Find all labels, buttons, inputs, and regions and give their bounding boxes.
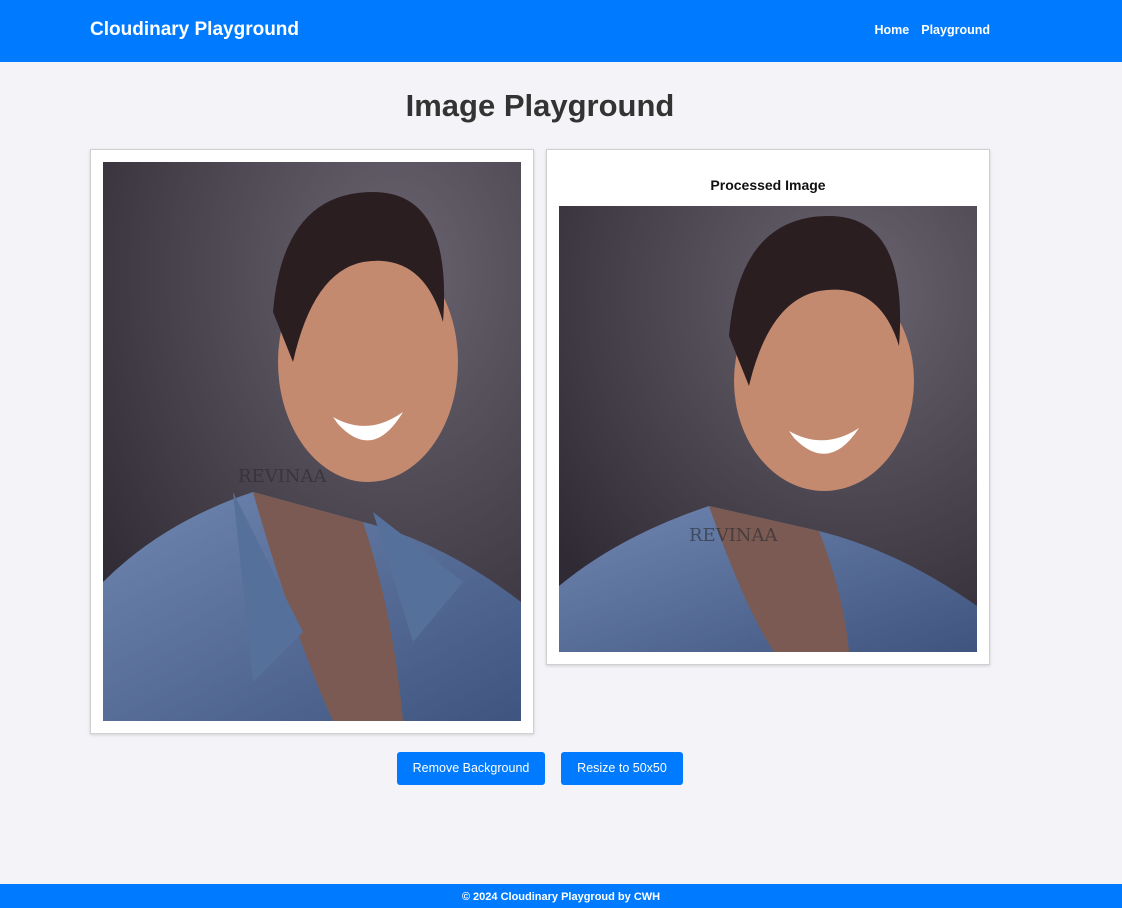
svg-text:REVINAA: REVINAA — [238, 466, 328, 487]
footer: © 2024 Cloudinary Playgroud by CWH — [0, 884, 1122, 908]
processed-image-title: Processed Image — [710, 177, 826, 193]
nav-home-link[interactable]: Home — [875, 23, 910, 37]
navbar: Cloudinary Playground Home Playground — [0, 0, 1122, 62]
portrait-illustration: REVINAA — [103, 162, 521, 721]
remove-background-button[interactable]: Remove Background — [397, 752, 545, 785]
svg-text:REVINAA: REVINAA — [689, 525, 779, 546]
nav-playground-link[interactable]: Playground — [921, 23, 990, 37]
resize-button[interactable]: Resize to 50x50 — [561, 752, 683, 785]
original-image-card: REVINAA — [90, 149, 534, 734]
brand-link[interactable]: Cloudinary Playground — [90, 19, 299, 41]
processed-portrait-illustration: REVINAA — [559, 206, 977, 652]
processed-image-card: Processed Image REVINAA — [546, 149, 990, 665]
processed-image: REVINAA — [559, 206, 977, 652]
page-title: Image Playground — [405, 88, 675, 123]
nav-links: Home Playground — [875, 23, 991, 37]
original-image: REVINAA — [103, 162, 521, 721]
footer-text: © 2024 Cloudinary Playgroud by CWH — [461, 891, 661, 903]
